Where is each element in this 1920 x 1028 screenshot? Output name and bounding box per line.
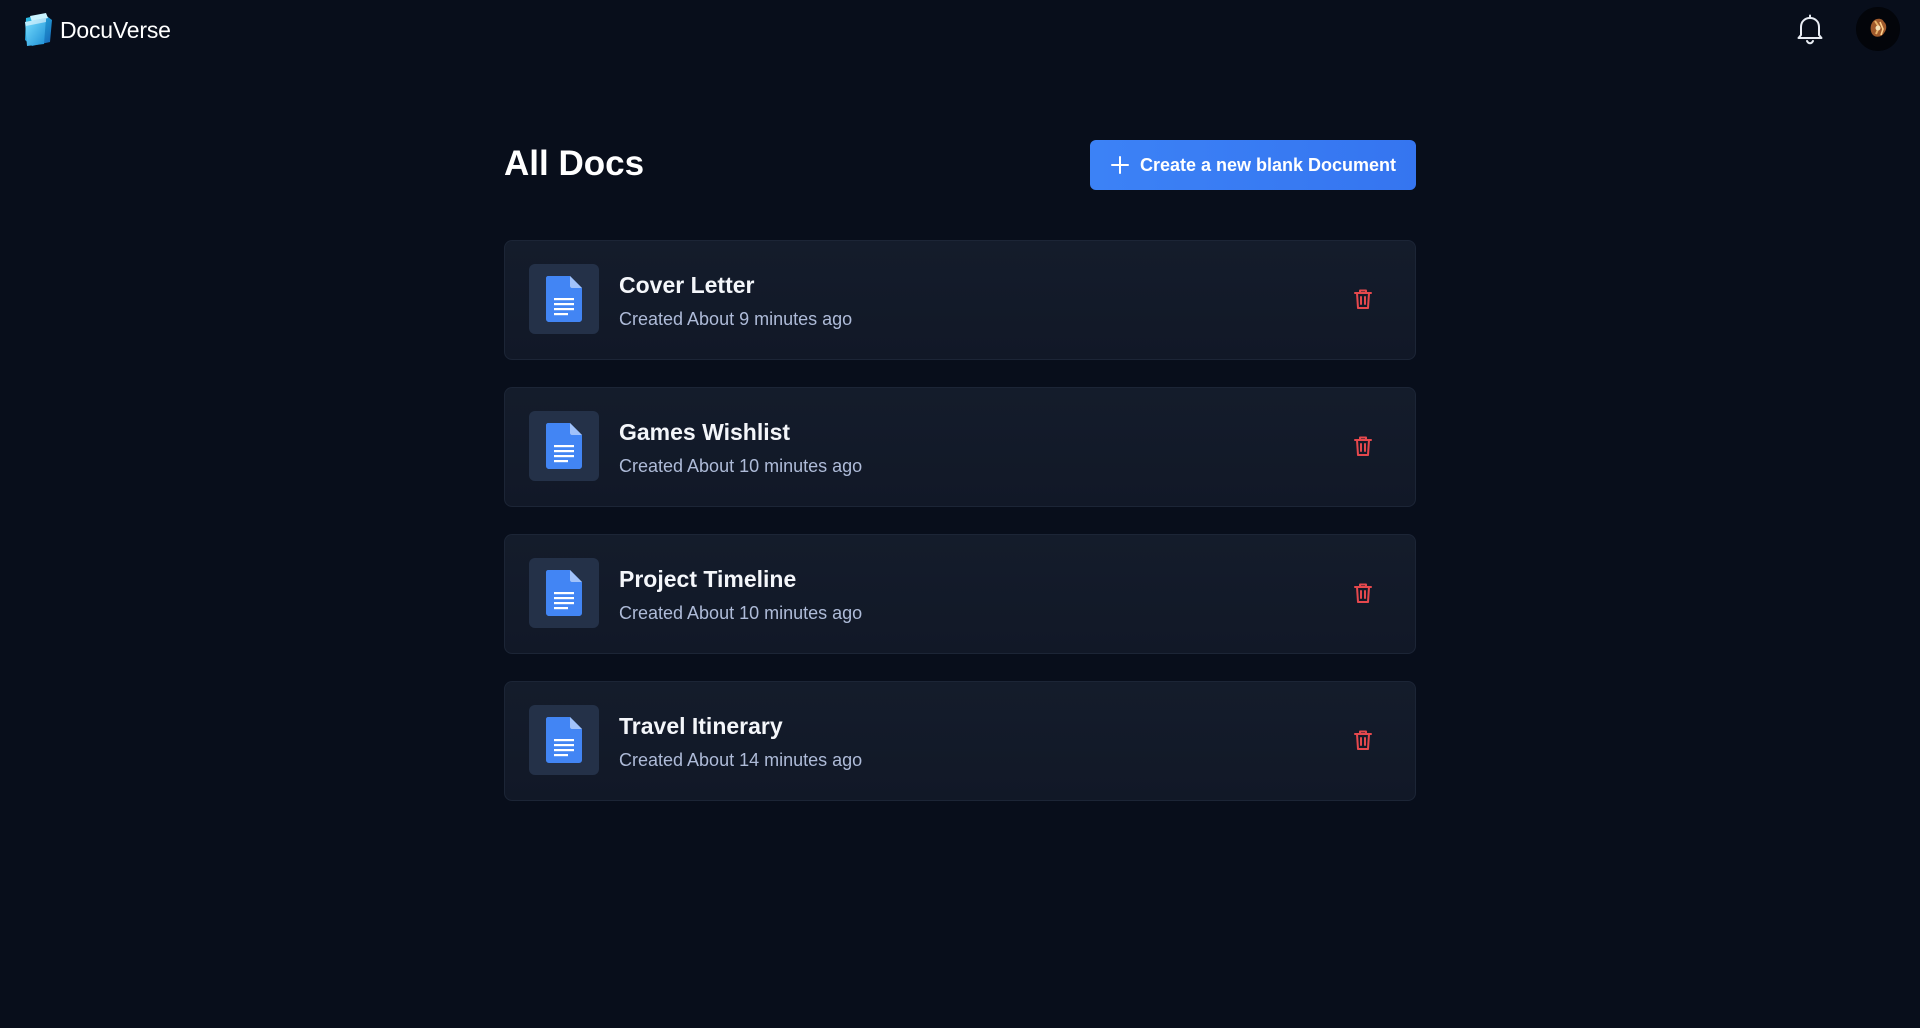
create-new-document-label: Create a new blank Document (1139, 154, 1397, 175)
document-card[interactable]: Games Wishlist Created About 10 minutes … (504, 387, 1416, 507)
document-created-time: Created About 10 minutes ago (619, 456, 863, 476)
document-thumbnail (529, 264, 599, 334)
trash-icon (1354, 730, 1372, 750)
google-doc-icon (546, 717, 582, 763)
document-title: Games Wishlist (619, 419, 791, 445)
document-card[interactable]: Project Timeline Created About 10 minute… (504, 534, 1416, 654)
document-title: Project Timeline (619, 566, 797, 592)
delete-document-button[interactable] (1351, 581, 1375, 605)
document-thumbnail (529, 411, 599, 481)
user-avatar[interactable] (1856, 7, 1900, 51)
plus-icon (1110, 156, 1129, 174)
document-thumbnail (529, 558, 599, 628)
top-navigation-bar: DocuVerse (0, 0, 1920, 60)
trash-icon (1354, 436, 1372, 456)
document-title: Cover Letter (619, 272, 755, 298)
avatar-image (1856, 7, 1900, 51)
document-thumbnail (529, 705, 599, 775)
delete-document-button[interactable] (1351, 434, 1375, 458)
document-created-time: Created About 9 minutes ago (619, 309, 853, 329)
trash-icon (1354, 289, 1372, 309)
folder-logo-icon (25, 13, 52, 46)
document-list: Cover Letter Created About 9 minutes ago (504, 240, 1416, 828)
create-new-document-button[interactable]: Create a new blank Document (1090, 140, 1416, 190)
delete-document-button[interactable] (1351, 728, 1375, 752)
delete-document-button[interactable] (1351, 287, 1375, 311)
google-doc-icon (546, 423, 582, 469)
bell-icon (1797, 14, 1823, 45)
document-created-time: Created About 14 minutes ago (619, 750, 863, 770)
brand-home-link[interactable]: DocuVerse (22, 12, 171, 48)
google-doc-icon (546, 276, 582, 322)
document-card[interactable]: Travel Itinerary Created About 14 minute… (504, 681, 1416, 801)
trash-icon (1354, 583, 1372, 603)
document-created-time: Created About 10 minutes ago (619, 603, 863, 623)
document-card[interactable]: Cover Letter Created About 9 minutes ago (504, 240, 1416, 360)
google-doc-icon (546, 570, 582, 616)
page-title: All Docs (504, 144, 645, 183)
notifications-button[interactable] (1795, 13, 1825, 45)
brand-name: DocuVerse (60, 16, 171, 43)
document-title: Travel Itinerary (619, 713, 783, 739)
